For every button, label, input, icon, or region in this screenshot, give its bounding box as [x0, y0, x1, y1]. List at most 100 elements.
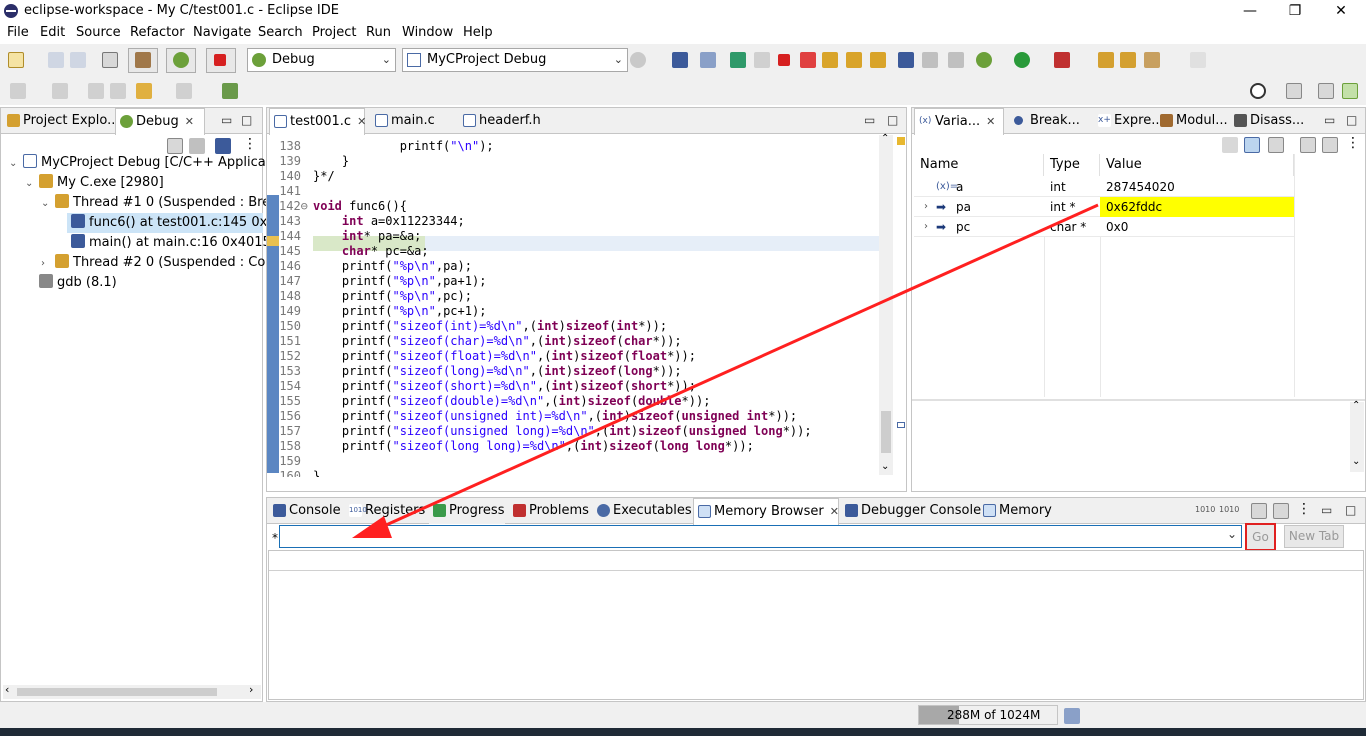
tree-item-process[interactable]: My C.exe [2980]: [39, 173, 164, 193]
variable-row-pa[interactable]: › ➡ pa int * 0x62fddc: [914, 197, 1294, 217]
code-line[interactable]: 141: [267, 184, 879, 199]
vertical-scrollbar[interactable]: ⌃ ⌄: [879, 133, 893, 475]
maximize-view-icon[interactable]: □: [241, 113, 252, 127]
new-tab-button[interactable]: New Tab: [1284, 525, 1344, 548]
menu-refactor[interactable]: Refactor: [130, 25, 185, 40]
scroll-up-icon[interactable]: ⌃: [881, 133, 889, 144]
tab-console[interactable]: Console: [269, 498, 341, 524]
variable-row-pc[interactable]: › ➡ pc char * 0x0: [914, 217, 1294, 237]
scroll-up-icon[interactable]: ⌃: [1352, 400, 1360, 411]
memory-address-input[interactable]: [282, 527, 1222, 546]
memory-format-icon[interactable]: 1010: [1195, 505, 1215, 514]
column-header-name[interactable]: Name: [914, 154, 1044, 176]
tab-progress[interactable]: Progress: [429, 498, 505, 524]
annotation-icon[interactable]: [1190, 52, 1206, 68]
chevron-right-icon[interactable]: ›: [918, 197, 928, 217]
maximize-view-icon[interactable]: □: [1346, 113, 1357, 127]
tree-item-gdb[interactable]: gdb (8.1): [39, 273, 117, 293]
menu-window[interactable]: Window: [402, 25, 453, 40]
show-type-names-icon[interactable]: [1222, 137, 1238, 153]
terminate-icon[interactable]: [778, 54, 790, 66]
tab-modules[interactable]: Modul...: [1156, 108, 1236, 134]
use-step-filters-icon[interactable]: [948, 52, 964, 68]
tab-memory-browser[interactable]: Memory Browser ✕: [693, 498, 839, 525]
code-line[interactable]: 159: [267, 454, 879, 469]
code-line[interactable]: 150 printf("sizeof(int)=%d\n",(int)sizeo…: [267, 319, 879, 334]
drop-frame-icon[interactable]: [922, 52, 938, 68]
code-line[interactable]: 158 printf("sizeof(long long)=%d\n",(int…: [267, 439, 879, 454]
tab-project-explorer[interactable]: Project Explo...: [3, 108, 120, 134]
open-type-icon[interactable]: [1098, 52, 1114, 68]
code-line[interactable]: 146 printf("%p\n",pa);: [267, 259, 879, 274]
maximize-view-icon[interactable]: □: [1345, 503, 1356, 517]
menu-edit[interactable]: Edit: [40, 25, 65, 40]
column-header-value[interactable]: Value: [1100, 154, 1294, 176]
c-perspective-icon[interactable]: [1318, 83, 1334, 99]
forward-icon[interactable]: [176, 83, 192, 99]
minimize-view-icon[interactable]: ▭: [1324, 113, 1335, 127]
chevron-right-icon[interactable]: ›: [41, 258, 45, 269]
code-line[interactable]: 157 printf("sizeof(unsigned long)=%d\n",…: [267, 424, 879, 439]
tab-registers[interactable]: 1010 Registers: [345, 498, 425, 524]
scrollbar-thumb[interactable]: [881, 411, 891, 453]
code-line[interactable]: 138 printf("\n");: [267, 139, 879, 154]
view-menu-icon[interactable]: ⋮: [1297, 501, 1311, 517]
minimize-view-icon[interactable]: ▭: [221, 113, 232, 127]
minimize-view-icon[interactable]: ▭: [1321, 503, 1332, 517]
tab-test001-c[interactable]: test001.c ✕: [269, 108, 366, 135]
binary-icon[interactable]: [102, 52, 118, 68]
close-button[interactable]: ✕: [1326, 2, 1356, 20]
debug-perspective-button[interactable]: [166, 48, 196, 73]
tree-item-launch[interactable]: MyCProject Debug [C/C++ Application]: [23, 153, 296, 173]
horizontal-scrollbar[interactable]: ‹ ›: [3, 683, 261, 699]
tab-headerf-h[interactable]: headerf.h: [459, 108, 549, 134]
search-tools-icon[interactable]: [1144, 52, 1160, 68]
menu-help[interactable]: Help: [463, 25, 493, 40]
external-tools-icon[interactable]: [1054, 52, 1070, 68]
collapse-all-icon[interactable]: [1268, 137, 1284, 153]
scrollbar-thumb[interactable]: [17, 688, 217, 696]
tab-executables[interactable]: Executables: [593, 498, 692, 524]
detail-scrollbar[interactable]: ⌃ ⌄: [1350, 400, 1364, 472]
search-icon[interactable]: [1250, 83, 1266, 99]
menu-source[interactable]: Source: [76, 25, 121, 40]
code-line[interactable]: 145 char* pc=&a;: [267, 244, 879, 259]
build-button[interactable]: [128, 48, 158, 73]
close-icon[interactable]: ✕: [357, 115, 366, 128]
prev-annotation-icon[interactable]: [52, 83, 68, 99]
step-return-icon[interactable]: [870, 52, 886, 68]
maximize-view-icon[interactable]: □: [887, 113, 898, 127]
pin-view-icon[interactable]: [1273, 503, 1289, 519]
code-line[interactable]: 156 printf("sizeof(unsigned int)=%d\n",(…: [267, 409, 879, 424]
menu-navigate[interactable]: Navigate: [193, 25, 251, 40]
menu-search[interactable]: Search: [258, 25, 303, 40]
chevron-down-icon[interactable]: ⌄: [9, 158, 17, 169]
debug-icon[interactable]: [976, 52, 992, 68]
heap-status[interactable]: 288M of 1024M: [918, 705, 1058, 725]
remove-terminated-icon[interactable]: [189, 138, 205, 154]
minimize-view-icon[interactable]: ▭: [864, 113, 875, 127]
next-annotation-icon[interactable]: [10, 83, 26, 99]
code-line[interactable]: 139 }: [267, 154, 879, 169]
code-line[interactable]: 143 int a=0x11223344;: [267, 214, 879, 229]
chevron-right-icon[interactable]: ›: [918, 217, 928, 237]
console-icon[interactable]: [672, 52, 688, 68]
close-icon[interactable]: ✕: [830, 505, 839, 518]
scroll-right-icon[interactable]: ›: [249, 683, 253, 696]
launch-mode-combo[interactable]: Debug ⌄: [247, 48, 396, 72]
last-edit-icon[interactable]: [88, 83, 104, 99]
tab-variables[interactable]: (x) Varia... ✕: [914, 108, 1004, 135]
save-icon[interactable]: [48, 52, 64, 68]
memory-rendering-area[interactable]: [268, 550, 1364, 700]
tab-main-c[interactable]: main.c: [371, 108, 447, 134]
minimize-button[interactable]: —: [1235, 2, 1265, 20]
warning-marker[interactable]: [897, 137, 905, 145]
chevron-down-icon[interactable]: ⌄: [41, 198, 49, 209]
skip-breakpoints-icon[interactable]: [700, 52, 716, 68]
tab-debug[interactable]: Debug ✕: [115, 108, 205, 135]
memory-address-combo[interactable]: ⌄: [279, 525, 1242, 548]
instruction-step-icon[interactable]: [898, 52, 914, 68]
tree-item-frame-func6[interactable]: func6() at test001.c:145 0x401: [67, 213, 292, 233]
detail-pane-divider[interactable]: [912, 399, 1365, 401]
suspend-icon[interactable]: [754, 52, 770, 68]
